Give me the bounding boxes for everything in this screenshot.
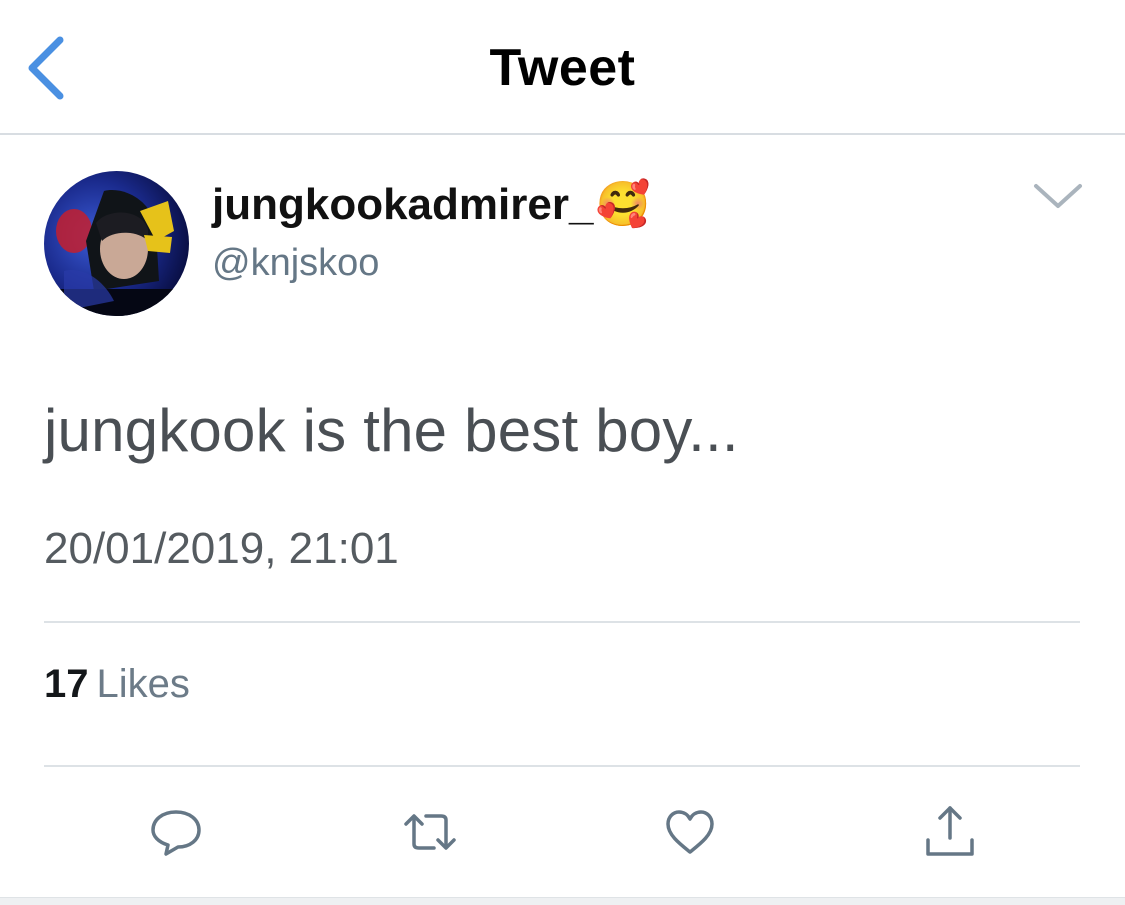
share-button[interactable] xyxy=(918,800,982,864)
tweet-options-button[interactable] xyxy=(1030,176,1086,216)
user-handle[interactable]: @knjskoo xyxy=(212,242,379,285)
bottom-edge xyxy=(0,897,1125,905)
avatar-image xyxy=(44,171,189,316)
avatar[interactable] xyxy=(44,171,189,316)
retweet-icon xyxy=(404,814,456,850)
tweet-timestamp: 20/01/2019, 21:01 xyxy=(44,524,399,573)
likes-row[interactable]: 17 Likes xyxy=(44,662,190,707)
display-name[interactable]: jungkookadmirer_🥰 xyxy=(212,178,650,230)
heart-icon xyxy=(666,810,714,854)
likes-count: 17 xyxy=(44,662,89,706)
like-button[interactable] xyxy=(658,800,722,864)
divider xyxy=(44,765,1080,767)
chevron-down-icon xyxy=(1034,184,1082,208)
page-title: Tweet xyxy=(489,39,636,97)
display-name-text: jungkookadmirer_ xyxy=(212,180,594,229)
nav-bar: Tweet xyxy=(0,0,1125,135)
divider xyxy=(44,621,1080,623)
retweet-button[interactable] xyxy=(398,800,462,864)
speech-bubble-icon xyxy=(151,810,201,856)
share-icon xyxy=(926,806,974,856)
likes-label: Likes xyxy=(96,662,190,706)
tweet-detail-screen: Tweet jungkookadmirer_🥰 @knjskoo jungkoo… xyxy=(0,0,1125,905)
smiling-face-with-hearts-emoji: 🥰 xyxy=(595,179,651,230)
tweet-text: jungkook is the best boy... xyxy=(44,397,739,464)
reply-button[interactable] xyxy=(144,800,208,864)
